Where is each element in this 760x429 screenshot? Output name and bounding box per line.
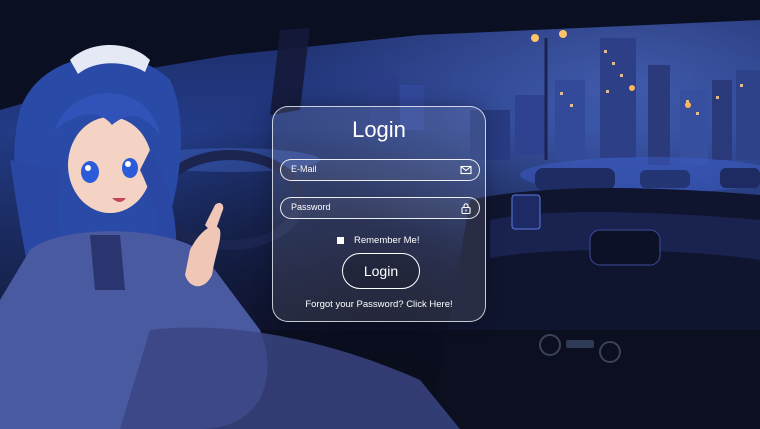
- password-field[interactable]: Password: [280, 197, 480, 219]
- email-field-label: E-Mail: [291, 164, 317, 174]
- envelope-icon: [460, 165, 472, 175]
- login-button[interactable]: Login: [342, 253, 420, 289]
- remember-me-label: Remember Me!: [354, 235, 420, 246]
- email-field[interactable]: E-Mail: [280, 159, 480, 181]
- remember-me-checkbox[interactable]: [337, 237, 344, 244]
- background-scene: Login E-Mail Password Remember Me! Login…: [0, 0, 760, 429]
- login-card: Login E-Mail Password Remember Me! Login…: [272, 106, 486, 322]
- lock-icon: [461, 203, 471, 214]
- forgot-password-link[interactable]: Forgot your Password? Click Here!: [273, 299, 485, 310]
- login-title: Login: [352, 117, 406, 142]
- password-field-label: Password: [291, 202, 331, 212]
